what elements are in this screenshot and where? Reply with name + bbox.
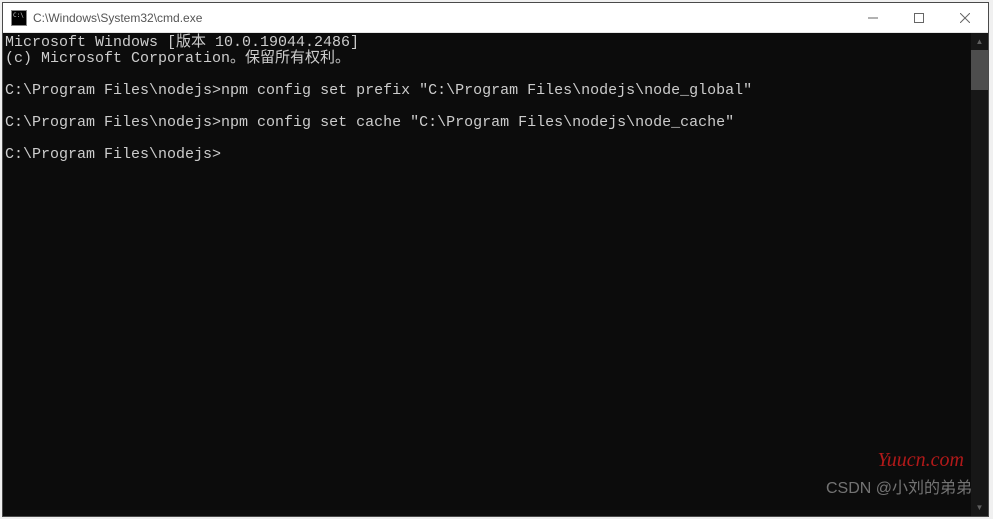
maximize-icon xyxy=(914,13,924,23)
titlebar[interactable]: C:\Windows\System32\cmd.exe xyxy=(3,3,988,33)
maximize-button[interactable] xyxy=(896,3,942,32)
cmd-window: C:\Windows\System32\cmd.exe Microsoft Wi… xyxy=(2,2,989,517)
command: npm config set cache "C:\Program Files\n… xyxy=(221,114,734,131)
cmd-icon xyxy=(11,10,27,26)
prompt: C:\Program Files\nodejs> xyxy=(5,82,221,99)
prompt: C:\Program Files\nodejs> xyxy=(5,114,221,131)
scrollbar-thumb[interactable] xyxy=(971,50,988,90)
banner-line: (c) Microsoft Corporation。保留所有权利。 xyxy=(5,50,350,67)
banner-line: Microsoft Windows [版本 10.0.19044.2486] xyxy=(5,34,359,51)
close-button[interactable] xyxy=(942,3,988,32)
vertical-scrollbar[interactable]: ▲ ▼ xyxy=(971,33,988,516)
prompt: C:\Program Files\nodejs> xyxy=(5,146,221,163)
terminal-area: Microsoft Windows [版本 10.0.19044.2486](c… xyxy=(3,33,988,516)
scroll-down-arrow[interactable]: ▼ xyxy=(971,499,988,516)
terminal-output[interactable]: Microsoft Windows [版本 10.0.19044.2486](c… xyxy=(3,33,971,516)
scroll-up-arrow[interactable]: ▲ xyxy=(971,33,988,50)
window-controls xyxy=(850,3,988,32)
minimize-icon xyxy=(868,13,878,23)
window-title: C:\Windows\System32\cmd.exe xyxy=(33,11,850,25)
minimize-button[interactable] xyxy=(850,3,896,32)
command: npm config set prefix "C:\Program Files\… xyxy=(221,82,752,99)
close-icon xyxy=(960,13,970,23)
